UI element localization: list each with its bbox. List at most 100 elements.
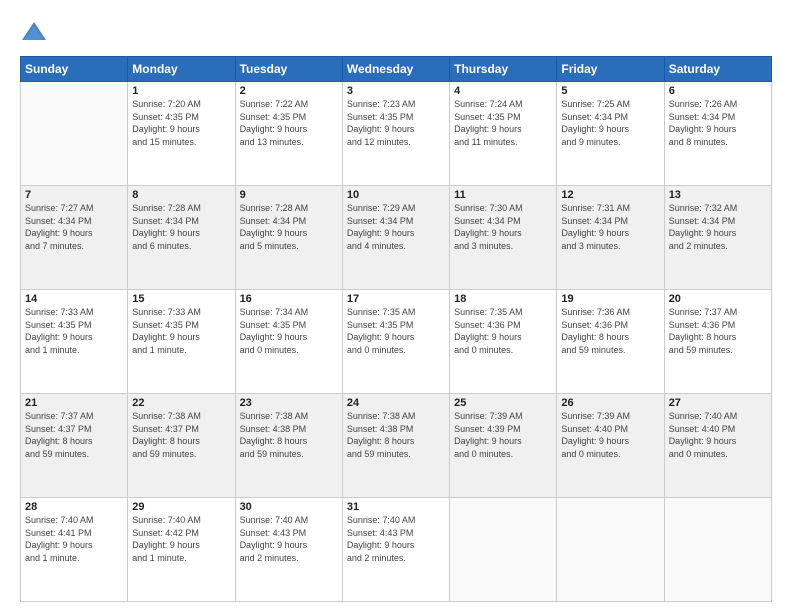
day-info: Sunrise: 7:37 AMSunset: 4:36 PMDaylight:… <box>669 306 767 356</box>
calendar-cell: 5Sunrise: 7:25 AMSunset: 4:34 PMDaylight… <box>557 82 664 186</box>
calendar-week-row: 21Sunrise: 7:37 AMSunset: 4:37 PMDayligh… <box>21 394 772 498</box>
day-number: 28 <box>25 501 123 513</box>
day-info: Sunrise: 7:24 AMSunset: 4:35 PMDaylight:… <box>454 98 552 148</box>
calendar-cell <box>557 498 664 602</box>
calendar-cell: 8Sunrise: 7:28 AMSunset: 4:34 PMDaylight… <box>128 186 235 290</box>
day-info: Sunrise: 7:35 AMSunset: 4:36 PMDaylight:… <box>454 306 552 356</box>
calendar-cell: 31Sunrise: 7:40 AMSunset: 4:43 PMDayligh… <box>342 498 449 602</box>
day-number: 17 <box>347 293 445 305</box>
day-number: 21 <box>25 397 123 409</box>
calendar-cell: 4Sunrise: 7:24 AMSunset: 4:35 PMDaylight… <box>450 82 557 186</box>
day-number: 12 <box>561 189 659 201</box>
day-number: 27 <box>669 397 767 409</box>
day-info: Sunrise: 7:40 AMSunset: 4:41 PMDaylight:… <box>25 514 123 564</box>
day-info: Sunrise: 7:40 AMSunset: 4:42 PMDaylight:… <box>132 514 230 564</box>
day-info: Sunrise: 7:30 AMSunset: 4:34 PMDaylight:… <box>454 202 552 252</box>
calendar-cell: 28Sunrise: 7:40 AMSunset: 4:41 PMDayligh… <box>21 498 128 602</box>
calendar-cell: 3Sunrise: 7:23 AMSunset: 4:35 PMDaylight… <box>342 82 449 186</box>
day-number: 11 <box>454 189 552 201</box>
calendar-cell: 29Sunrise: 7:40 AMSunset: 4:42 PMDayligh… <box>128 498 235 602</box>
day-info: Sunrise: 7:33 AMSunset: 4:35 PMDaylight:… <box>25 306 123 356</box>
day-number: 19 <box>561 293 659 305</box>
day-info: Sunrise: 7:33 AMSunset: 4:35 PMDaylight:… <box>132 306 230 356</box>
day-info: Sunrise: 7:26 AMSunset: 4:34 PMDaylight:… <box>669 98 767 148</box>
day-number: 25 <box>454 397 552 409</box>
calendar-cell: 30Sunrise: 7:40 AMSunset: 4:43 PMDayligh… <box>235 498 342 602</box>
day-header-wednesday: Wednesday <box>342 57 449 82</box>
day-info: Sunrise: 7:27 AMSunset: 4:34 PMDaylight:… <box>25 202 123 252</box>
calendar-cell: 16Sunrise: 7:34 AMSunset: 4:35 PMDayligh… <box>235 290 342 394</box>
calendar-cell: 27Sunrise: 7:40 AMSunset: 4:40 PMDayligh… <box>664 394 771 498</box>
calendar-cell: 20Sunrise: 7:37 AMSunset: 4:36 PMDayligh… <box>664 290 771 394</box>
calendar-cell <box>21 82 128 186</box>
calendar-header-row: SundayMondayTuesdayWednesdayThursdayFrid… <box>21 57 772 82</box>
calendar-cell: 24Sunrise: 7:38 AMSunset: 4:38 PMDayligh… <box>342 394 449 498</box>
day-info: Sunrise: 7:35 AMSunset: 4:35 PMDaylight:… <box>347 306 445 356</box>
logo-icon <box>20 18 48 46</box>
day-number: 14 <box>25 293 123 305</box>
calendar-cell: 6Sunrise: 7:26 AMSunset: 4:34 PMDaylight… <box>664 82 771 186</box>
calendar-cell: 21Sunrise: 7:37 AMSunset: 4:37 PMDayligh… <box>21 394 128 498</box>
day-number: 16 <box>240 293 338 305</box>
day-number: 3 <box>347 85 445 97</box>
calendar-cell: 7Sunrise: 7:27 AMSunset: 4:34 PMDaylight… <box>21 186 128 290</box>
calendar-cell: 2Sunrise: 7:22 AMSunset: 4:35 PMDaylight… <box>235 82 342 186</box>
day-info: Sunrise: 7:38 AMSunset: 4:38 PMDaylight:… <box>240 410 338 460</box>
day-number: 29 <box>132 501 230 513</box>
page: SundayMondayTuesdayWednesdayThursdayFrid… <box>0 0 792 612</box>
calendar-cell: 1Sunrise: 7:20 AMSunset: 4:35 PMDaylight… <box>128 82 235 186</box>
day-info: Sunrise: 7:20 AMSunset: 4:35 PMDaylight:… <box>132 98 230 148</box>
calendar-cell: 13Sunrise: 7:32 AMSunset: 4:34 PMDayligh… <box>664 186 771 290</box>
day-info: Sunrise: 7:28 AMSunset: 4:34 PMDaylight:… <box>240 202 338 252</box>
day-number: 1 <box>132 85 230 97</box>
day-number: 22 <box>132 397 230 409</box>
day-header-thursday: Thursday <box>450 57 557 82</box>
day-number: 8 <box>132 189 230 201</box>
calendar-cell: 11Sunrise: 7:30 AMSunset: 4:34 PMDayligh… <box>450 186 557 290</box>
calendar-cell: 12Sunrise: 7:31 AMSunset: 4:34 PMDayligh… <box>557 186 664 290</box>
day-info: Sunrise: 7:40 AMSunset: 4:43 PMDaylight:… <box>347 514 445 564</box>
day-info: Sunrise: 7:39 AMSunset: 4:39 PMDaylight:… <box>454 410 552 460</box>
day-info: Sunrise: 7:37 AMSunset: 4:37 PMDaylight:… <box>25 410 123 460</box>
day-header-monday: Monday <box>128 57 235 82</box>
calendar: SundayMondayTuesdayWednesdayThursdayFrid… <box>20 56 772 602</box>
calendar-cell: 15Sunrise: 7:33 AMSunset: 4:35 PMDayligh… <box>128 290 235 394</box>
day-number: 18 <box>454 293 552 305</box>
day-header-saturday: Saturday <box>664 57 771 82</box>
logo <box>20 18 52 46</box>
day-info: Sunrise: 7:40 AMSunset: 4:40 PMDaylight:… <box>669 410 767 460</box>
calendar-week-row: 14Sunrise: 7:33 AMSunset: 4:35 PMDayligh… <box>21 290 772 394</box>
calendar-cell: 14Sunrise: 7:33 AMSunset: 4:35 PMDayligh… <box>21 290 128 394</box>
calendar-cell: 19Sunrise: 7:36 AMSunset: 4:36 PMDayligh… <box>557 290 664 394</box>
day-number: 23 <box>240 397 338 409</box>
day-number: 9 <box>240 189 338 201</box>
day-info: Sunrise: 7:40 AMSunset: 4:43 PMDaylight:… <box>240 514 338 564</box>
calendar-cell: 9Sunrise: 7:28 AMSunset: 4:34 PMDaylight… <box>235 186 342 290</box>
day-info: Sunrise: 7:34 AMSunset: 4:35 PMDaylight:… <box>240 306 338 356</box>
day-number: 5 <box>561 85 659 97</box>
day-number: 26 <box>561 397 659 409</box>
calendar-cell: 26Sunrise: 7:39 AMSunset: 4:40 PMDayligh… <box>557 394 664 498</box>
calendar-cell: 23Sunrise: 7:38 AMSunset: 4:38 PMDayligh… <box>235 394 342 498</box>
day-header-friday: Friday <box>557 57 664 82</box>
calendar-cell: 18Sunrise: 7:35 AMSunset: 4:36 PMDayligh… <box>450 290 557 394</box>
day-number: 2 <box>240 85 338 97</box>
day-number: 4 <box>454 85 552 97</box>
calendar-cell: 17Sunrise: 7:35 AMSunset: 4:35 PMDayligh… <box>342 290 449 394</box>
calendar-cell <box>664 498 771 602</box>
day-number: 13 <box>669 189 767 201</box>
calendar-cell: 25Sunrise: 7:39 AMSunset: 4:39 PMDayligh… <box>450 394 557 498</box>
calendar-week-row: 7Sunrise: 7:27 AMSunset: 4:34 PMDaylight… <box>21 186 772 290</box>
calendar-cell <box>450 498 557 602</box>
day-info: Sunrise: 7:38 AMSunset: 4:37 PMDaylight:… <box>132 410 230 460</box>
day-info: Sunrise: 7:23 AMSunset: 4:35 PMDaylight:… <box>347 98 445 148</box>
day-info: Sunrise: 7:25 AMSunset: 4:34 PMDaylight:… <box>561 98 659 148</box>
day-number: 31 <box>347 501 445 513</box>
day-info: Sunrise: 7:22 AMSunset: 4:35 PMDaylight:… <box>240 98 338 148</box>
day-number: 10 <box>347 189 445 201</box>
day-info: Sunrise: 7:39 AMSunset: 4:40 PMDaylight:… <box>561 410 659 460</box>
day-number: 15 <box>132 293 230 305</box>
day-info: Sunrise: 7:28 AMSunset: 4:34 PMDaylight:… <box>132 202 230 252</box>
calendar-week-row: 28Sunrise: 7:40 AMSunset: 4:41 PMDayligh… <box>21 498 772 602</box>
day-info: Sunrise: 7:38 AMSunset: 4:38 PMDaylight:… <box>347 410 445 460</box>
